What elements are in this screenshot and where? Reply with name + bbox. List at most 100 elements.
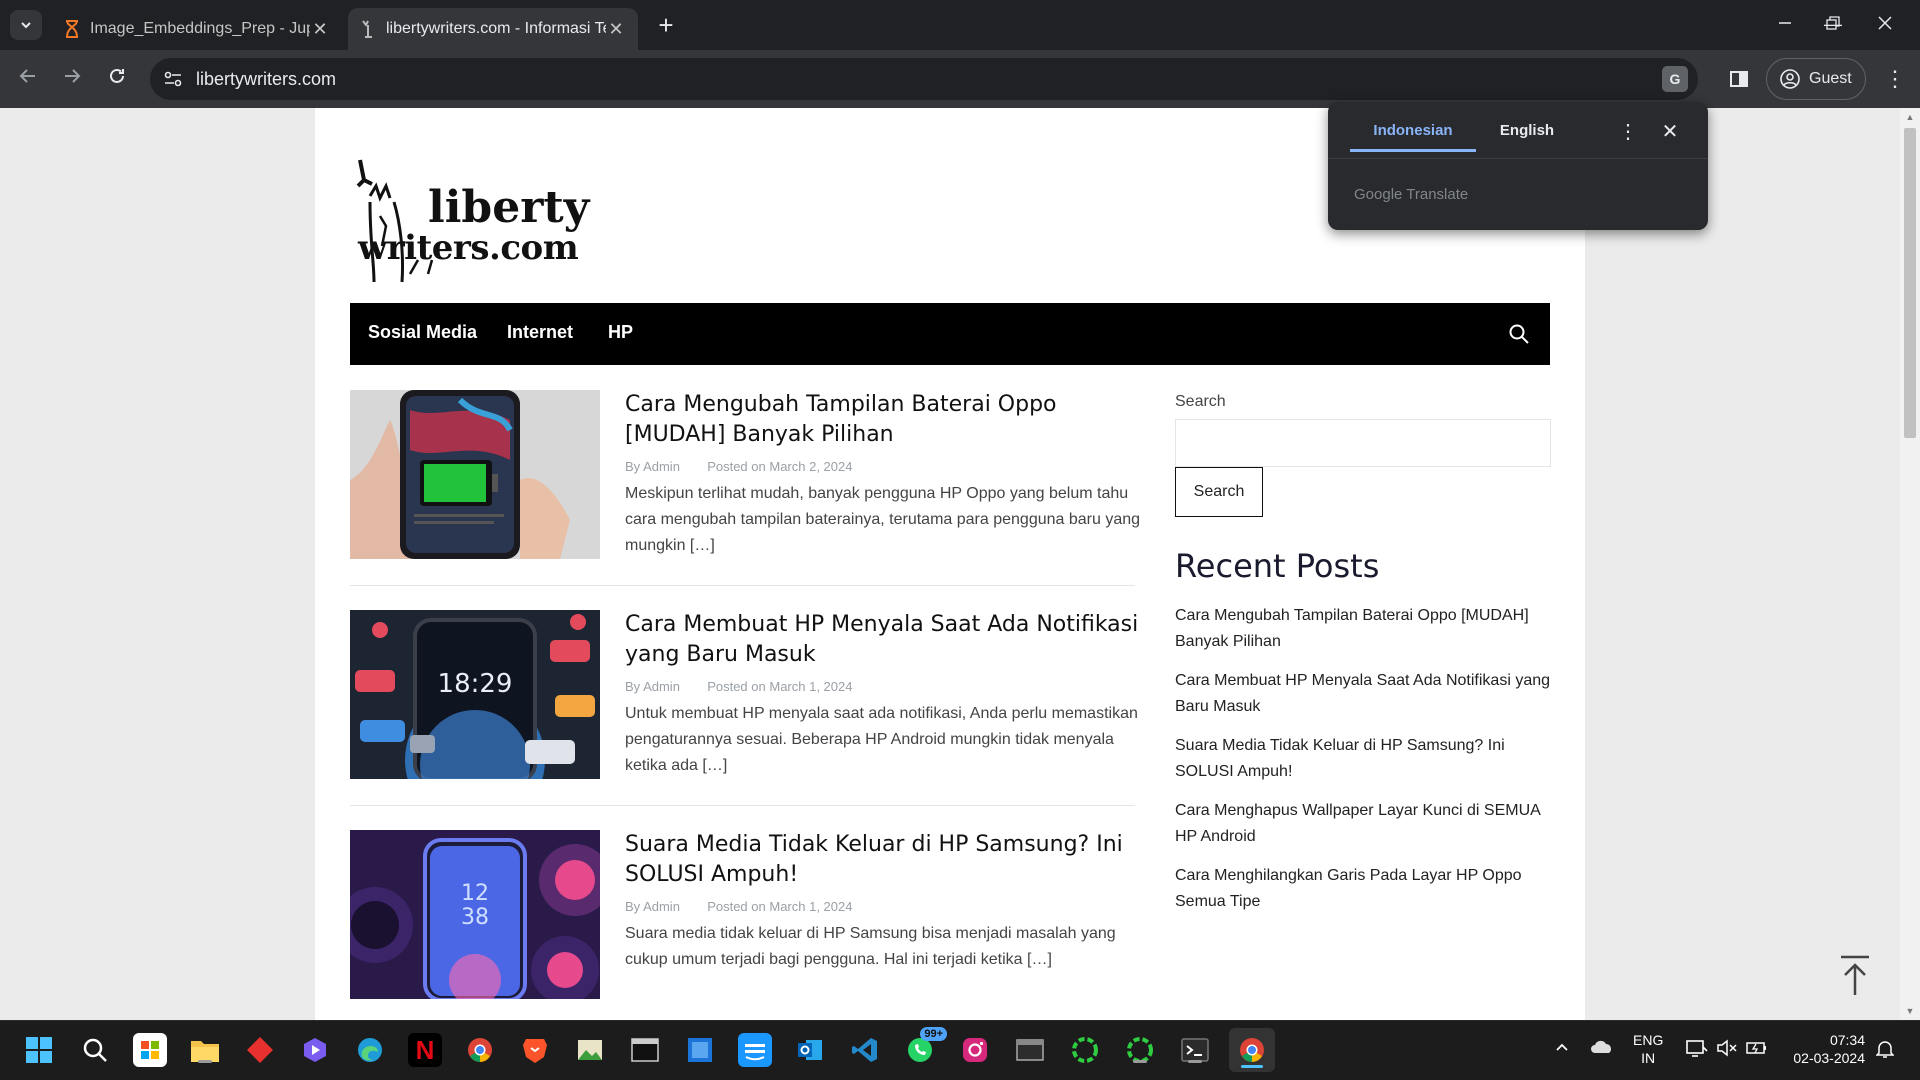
translate-close-icon[interactable]: ✕	[1658, 118, 1682, 146]
minimize-icon	[1779, 22, 1791, 24]
tab-title: Image_Embeddings_Prep - Jupy	[90, 20, 310, 37]
chrome-icon[interactable]	[463, 1033, 497, 1067]
recent-post-link[interactable]: Cara Membuat HP Menyala Saat Ada Notifik…	[1175, 668, 1555, 720]
browser-menu-button[interactable]: ⋮	[1880, 64, 1910, 94]
tab-close-icon[interactable]: ✕	[310, 19, 330, 40]
netflix-icon[interactable]: N	[408, 1033, 442, 1067]
chrome-active-icon[interactable]	[1229, 1028, 1275, 1072]
search-button[interactable]: Search	[1175, 467, 1263, 517]
brave-icon[interactable]	[518, 1033, 552, 1067]
scroll-up-arrow-icon[interactable]: ▲	[1905, 112, 1915, 122]
post-thumbnail[interactable]: 18:29	[350, 610, 600, 779]
logo-text-line2: writers.com	[358, 228, 579, 268]
app-red-diamond-icon[interactable]	[243, 1033, 277, 1067]
recent-posts-list: Cara Mengubah Tampilan Baterai Oppo [MUD…	[1175, 603, 1555, 915]
terminal-window-icon[interactable]	[628, 1033, 662, 1067]
outlook-icon[interactable]	[793, 1033, 827, 1067]
network-icon[interactable]	[1686, 1039, 1708, 1062]
tab-language-indonesian[interactable]: Indonesian	[1350, 116, 1476, 152]
site-settings-icon[interactable]	[162, 68, 184, 90]
search-icon[interactable]	[1508, 323, 1530, 345]
profile-icon	[1780, 69, 1800, 89]
recent-post-link[interactable]: Cara Mengubah Tampilan Baterai Oppo [MUD…	[1175, 603, 1555, 655]
sidebar: Search Search Recent Posts Cara Mengubah…	[1175, 393, 1555, 928]
back-to-top-button[interactable]	[1835, 953, 1875, 997]
terminal-icon[interactable]	[1178, 1033, 1212, 1067]
instagram-icon[interactable]	[958, 1033, 992, 1067]
tab-libertywriters[interactable]: libertywriters.com - Informasi Te ✕	[348, 8, 638, 50]
forward-button[interactable]	[56, 64, 88, 96]
nav-item-internet[interactable]: Internet	[507, 322, 573, 343]
nav-item-sosial-media[interactable]: Sosial Media	[368, 322, 477, 343]
scrollbar-thumb[interactable]	[1904, 128, 1916, 438]
photos-icon[interactable]	[573, 1033, 607, 1067]
app-green-ring-2-icon[interactable]	[1123, 1033, 1157, 1067]
back-button[interactable]	[12, 64, 44, 96]
guest-label: Guest	[1809, 70, 1852, 87]
post-date[interactable]: March 1, 2024	[769, 679, 852, 694]
post-posted-label: Posted on	[707, 899, 766, 914]
post-title[interactable]: Suara Media Tidak Keluar di HP Samsung? …	[625, 830, 1145, 890]
site-logo[interactable]: liberty writers.com	[350, 156, 600, 286]
scroll-down-arrow-icon[interactable]: ▼	[1905, 1006, 1915, 1016]
post-author[interactable]: Admin	[643, 679, 680, 694]
nav-item-hp[interactable]: HP	[608, 322, 633, 343]
page-scrollbar[interactable]: ▲ ▼	[1900, 108, 1920, 1020]
recent-post-link[interactable]: Cara Menghapus Wallpaper Layar Kunci di …	[1175, 798, 1555, 850]
edge-icon[interactable]	[353, 1033, 387, 1067]
new-tab-button[interactable]: +	[652, 12, 680, 40]
post-title[interactable]: Cara Mengubah Tampilan Baterai Oppo [MUD…	[625, 390, 1145, 450]
post-thumbnail[interactable]	[350, 390, 600, 559]
search-input[interactable]	[1175, 419, 1551, 467]
store-icon[interactable]	[133, 1033, 167, 1067]
tab-title: libertywriters.com - Informasi Te	[386, 20, 606, 37]
tab-jupyter[interactable]: Image_Embeddings_Prep - Jupy ✕	[52, 8, 342, 50]
restore-window-button[interactable]	[1808, 8, 1858, 40]
close-window-button[interactable]	[1860, 8, 1910, 40]
prime-video-icon[interactable]	[738, 1033, 772, 1067]
post-author[interactable]: Admin	[643, 459, 680, 474]
tab-language-english[interactable]: English	[1476, 116, 1578, 152]
recent-post-link[interactable]: Suara Media Tidak Keluar di HP Samsung? …	[1175, 733, 1555, 785]
tab-search-dropdown[interactable]	[10, 10, 42, 40]
tab-close-icon[interactable]: ✕	[606, 19, 626, 40]
recent-posts-heading: Recent Posts	[1175, 547, 1380, 585]
thumb-clock-hour: 12	[461, 881, 489, 906]
translate-options-icon[interactable]: ⋮	[1616, 118, 1640, 146]
profile-guest-button[interactable]: Guest	[1766, 58, 1866, 100]
post-title[interactable]: Cara Membuat HP Menyala Saat Ada Notifik…	[625, 610, 1145, 670]
onedrive-cloud-icon[interactable]	[1590, 1039, 1614, 1060]
post-thumbnail[interactable]: 12 38	[350, 830, 600, 999]
thumb-clock-minute: 38	[461, 905, 489, 930]
minimize-window-button[interactable]	[1760, 8, 1810, 40]
battery-phone-image	[350, 390, 600, 559]
address-bar[interactable]: libertywriters.com G	[150, 58, 1698, 100]
post-author[interactable]: Admin	[643, 899, 680, 914]
battery-icon[interactable]	[1746, 1039, 1768, 1062]
reload-button[interactable]	[101, 64, 133, 96]
clock[interactable]: 07:34 02-03-2024	[1785, 1031, 1865, 1067]
post-date[interactable]: March 1, 2024	[769, 899, 852, 914]
windows-start-icon[interactable]	[22, 1033, 56, 1067]
app-purple-icon[interactable]	[298, 1033, 332, 1067]
recent-post-link[interactable]: Cara Menghilangkan Garis Pada Layar HP O…	[1175, 863, 1555, 915]
post-date[interactable]: March 2, 2024	[769, 459, 852, 474]
file-explorer-icon[interactable]	[188, 1033, 222, 1067]
side-panel-button[interactable]	[1724, 64, 1754, 94]
whatsapp-icon[interactable]: 99+	[903, 1027, 947, 1067]
translate-icon[interactable]: G	[1662, 66, 1688, 92]
arrow-left-icon	[19, 69, 35, 83]
input-language-indicator[interactable]: ENG IN	[1633, 1031, 1663, 1067]
vscode-icon[interactable]	[848, 1033, 882, 1067]
post-excerpt: Meskipun terlihat mudah, banyak pengguna…	[625, 485, 1141, 554]
notification-bell-icon[interactable]	[1875, 1039, 1895, 1064]
post-meta: By Admin Posted on March 2, 2024	[625, 459, 852, 474]
post-by-label: By	[625, 899, 641, 914]
app-window-icon[interactable]	[1013, 1033, 1047, 1067]
taskbar-search-icon[interactable]	[78, 1033, 112, 1067]
app-blue-window-icon[interactable]	[683, 1033, 717, 1067]
app-green-ring-icon[interactable]	[1068, 1033, 1102, 1067]
show-hidden-icons-icon[interactable]	[1554, 1039, 1570, 1060]
clock-time: 07:34	[1829, 1032, 1865, 1048]
volume-muted-icon[interactable]	[1716, 1039, 1738, 1062]
